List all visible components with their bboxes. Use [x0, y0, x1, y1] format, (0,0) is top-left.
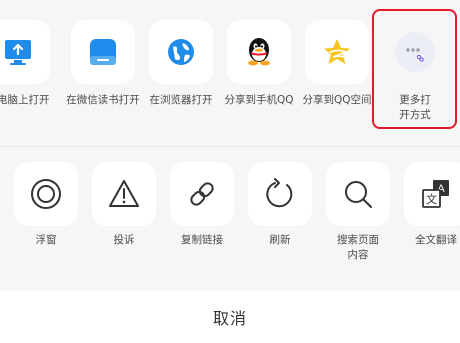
float-window-tile[interactable]	[14, 162, 78, 226]
float-window-item[interactable]: 浮窗	[6, 156, 86, 290]
wechat-read-icon	[87, 36, 119, 68]
svg-text:文: 文	[426, 192, 437, 206]
warning-icon	[107, 178, 141, 210]
copy-link-tile[interactable]	[170, 162, 234, 226]
share-to-qzone-label: 分享到QQ空间	[302, 94, 372, 106]
open-in-browser-tile[interactable]	[149, 20, 213, 84]
open-in-wechat-read-item[interactable]: 在微信读书打开	[63, 0, 143, 145]
copy-link-label: 复制链接	[181, 234, 223, 246]
open-in-browser-label: 在浏览器打开	[149, 94, 213, 106]
section-divider	[0, 146, 460, 147]
translate-tile[interactable]: A 文	[404, 162, 460, 226]
share-to-qq-label: 分享到手机QQ	[224, 94, 294, 106]
search-page-label: 搜索页面内容	[337, 234, 379, 261]
cancel-button[interactable]: 取消	[0, 291, 460, 343]
refresh-item[interactable]: 刷新	[240, 156, 320, 290]
share-targets-row: 在电脑上打开 在微信读书打开 在浏	[0, 0, 460, 145]
open-in-browser-item[interactable]: 在浏览器打开	[141, 0, 221, 145]
share-to-qzone-tile[interactable]	[305, 20, 369, 84]
computer-icon	[3, 37, 33, 67]
more-open-options-item[interactable]: 更多打开方式	[375, 0, 455, 145]
open-on-computer-label: 在电脑上打开	[0, 94, 50, 106]
share-to-qq-tile[interactable]	[227, 20, 291, 84]
open-in-wechat-read-label: 在微信读书打开	[66, 94, 140, 106]
search-page-tile[interactable]	[326, 162, 390, 226]
more-open-options-tile[interactable]	[383, 20, 447, 84]
actions-row: 浮窗 投诉 复制链接 刷新 搜索页面内容 A 文 全文翻译	[0, 156, 460, 290]
search-icon	[341, 177, 375, 211]
translate-item[interactable]: A 文 全文翻译	[396, 156, 460, 290]
qq-icon	[243, 35, 275, 69]
open-on-computer-tile[interactable]	[0, 20, 50, 84]
share-to-qq-item[interactable]: 分享到手机QQ	[219, 0, 299, 145]
browser-icon	[165, 36, 197, 68]
refresh-tile[interactable]	[248, 162, 312, 226]
refresh-icon	[263, 177, 297, 211]
complaint-label: 投诉	[113, 234, 135, 246]
open-in-wechat-read-tile[interactable]	[71, 20, 135, 84]
link-icon	[185, 177, 219, 211]
translate-label: 全文翻译	[415, 234, 457, 246]
search-page-item[interactable]: 搜索页面内容	[318, 156, 398, 290]
more-open-options-label: 更多打开方式	[399, 94, 431, 121]
cancel-label: 取消	[212, 309, 247, 328]
open-on-computer-item[interactable]: 在电脑上打开	[0, 0, 58, 145]
refresh-label: 刷新	[269, 234, 291, 246]
complaint-item[interactable]: 投诉	[84, 156, 164, 290]
share-to-qzone-item[interactable]: 分享到QQ空间	[297, 0, 377, 145]
float-window-icon	[29, 177, 63, 211]
translate-icon: A 文	[419, 177, 453, 211]
more-apps-icon	[391, 28, 439, 76]
copy-link-item[interactable]: 复制链接	[162, 156, 242, 290]
complaint-tile[interactable]	[92, 162, 156, 226]
float-window-label: 浮窗	[35, 234, 57, 246]
qzone-icon	[321, 36, 353, 68]
